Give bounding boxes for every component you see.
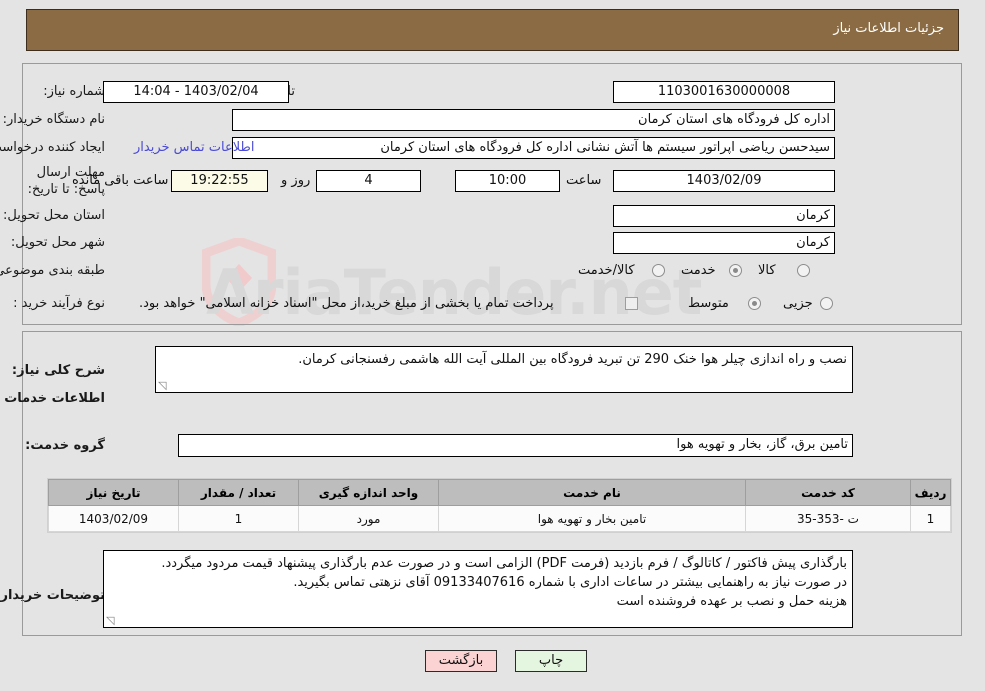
radio-process-motavaset[interactable]: [748, 297, 761, 310]
radio-process-motavaset-label: متوسط: [688, 296, 729, 311]
col-header-service-name: نام خدمت: [438, 479, 746, 506]
buyer-notes-line-2: در صورت نیاز به راهنمایی بیشتر در ساعات …: [293, 575, 847, 590]
announce-date-value: 1403/02/04 - 14:04: [103, 81, 289, 103]
need-number-value: 1103001630000008: [613, 81, 835, 103]
page-title: جزئیات اطلاعات نیاز: [833, 21, 944, 36]
col-header-service-code: کد خدمت: [745, 479, 911, 506]
col-header-radif: ردیف: [910, 479, 951, 506]
services-section-heading: اطلاعات خدمات مورد نیاز: [0, 391, 105, 406]
subject-category-label: طبقه بندی موضوعی:: [0, 263, 105, 278]
buyer-org-value: اداره کل فرودگاه های استان کرمان: [232, 109, 835, 131]
buyer-notes-line-1: بارگذاری پیش فاکتور / کاتالوگ / فرم بازد…: [161, 556, 847, 571]
need-number-label: شماره نیاز:: [43, 84, 105, 99]
resize-grip-icon[interactable]: ◸: [106, 614, 116, 627]
print-button[interactable]: چاپ: [515, 650, 587, 672]
service-group-value: تامین برق، گاز، بخار و تهویه هوا: [178, 434, 853, 457]
radio-process-jozei-label: جزیی: [783, 296, 813, 311]
page-root: AriaTender.net جزئیات اطلاعات نیاز شماره…: [0, 0, 985, 691]
col-header-quantity: تعداد / مقدار: [178, 479, 299, 506]
cell-radif: 1: [910, 505, 951, 532]
general-description-value: نصب و راه اندازی چیلر هوا خنک 290 تن تبر…: [298, 352, 847, 367]
cell-unit: مورد: [298, 505, 439, 532]
buyer-notes-label: توضیحات خریدار:: [0, 588, 105, 603]
resize-grip-icon[interactable]: ◸: [158, 379, 168, 392]
col-header-need-date: تاریخ نیاز: [48, 479, 179, 506]
countdown-value: 19:22:55: [171, 170, 268, 192]
back-button[interactable]: بازگشت: [425, 650, 497, 672]
table-header-row: ردیف کد خدمت نام خدمت واحد اندازه گیری ت…: [48, 479, 951, 506]
cell-service-code: ت -353-35: [745, 505, 911, 532]
remaining-days-value: 4: [316, 170, 421, 192]
purchase-process-label: نوع فرآیند خرید :: [13, 296, 105, 311]
cell-quantity: 1: [178, 505, 299, 532]
cell-need-date: 1403/02/09: [48, 505, 179, 532]
general-description-label: شرح کلی نیاز:: [11, 363, 105, 378]
page-title-bar: جزئیات اطلاعات نیاز: [26, 9, 959, 51]
deadline-time-value: 10:00: [455, 170, 560, 192]
table-row: 1 ت -353-35 تامین بخار و تهویه هوا مورد …: [48, 505, 951, 532]
delivery-city-value: کرمان: [613, 232, 835, 254]
buyer-notes-textarea[interactable]: بارگذاری پیش فاکتور / کاتالوگ / فرم بازد…: [103, 550, 853, 628]
deadline-date-value: 1403/02/09: [613, 170, 835, 192]
radio-category-kala-label: کالا: [758, 263, 776, 278]
delivery-city-label: شهر محل تحویل:: [10, 235, 105, 250]
buyer-notes-line-3: هزینه حمل و نصب بر عهده فروشنده است: [616, 594, 847, 609]
radio-category-khedmat-label: خدمت: [681, 263, 716, 278]
services-table: ردیف کد خدمت نام خدمت واحد اندازه گیری ت…: [47, 478, 952, 533]
delivery-province-label: استان محل تحویل:: [3, 208, 105, 223]
treasury-docs-label: پرداخت تمام یا بخشی از مبلغ خرید،از محل …: [139, 296, 554, 311]
countdown-label: ساعت باقی مانده: [72, 173, 169, 188]
radio-process-jozei[interactable]: [820, 297, 833, 310]
cell-service-name: تامین بخار و تهویه هوا: [438, 505, 746, 532]
request-creator-label: ایجاد کننده درخواست:: [0, 140, 105, 155]
hour-label: ساعت: [566, 173, 602, 188]
general-description-textarea[interactable]: نصب و راه اندازی چیلر هوا خنک 290 تن تبر…: [155, 346, 853, 393]
radio-category-khedmat[interactable]: [729, 264, 742, 277]
buyer-contact-link[interactable]: اطلاعات تماس خریدار: [134, 140, 254, 155]
radio-category-kala-khedmat-label: کالا/خدمت: [578, 263, 635, 278]
request-creator-value: سیدحسن ریاضی اپراتور سیستم ها آتش نشانی …: [232, 137, 835, 159]
radio-category-kala-khedmat[interactable]: [652, 264, 665, 277]
delivery-province-value: کرمان: [613, 205, 835, 227]
treasury-docs-checkbox[interactable]: [625, 297, 638, 310]
radio-category-kala[interactable]: [797, 264, 810, 277]
buyer-org-label: نام دستگاه خریدار:: [2, 112, 105, 127]
service-group-label: گروه خدمت:: [25, 438, 105, 453]
col-header-unit: واحد اندازه گیری: [298, 479, 439, 506]
days-label: روز و: [281, 173, 311, 188]
